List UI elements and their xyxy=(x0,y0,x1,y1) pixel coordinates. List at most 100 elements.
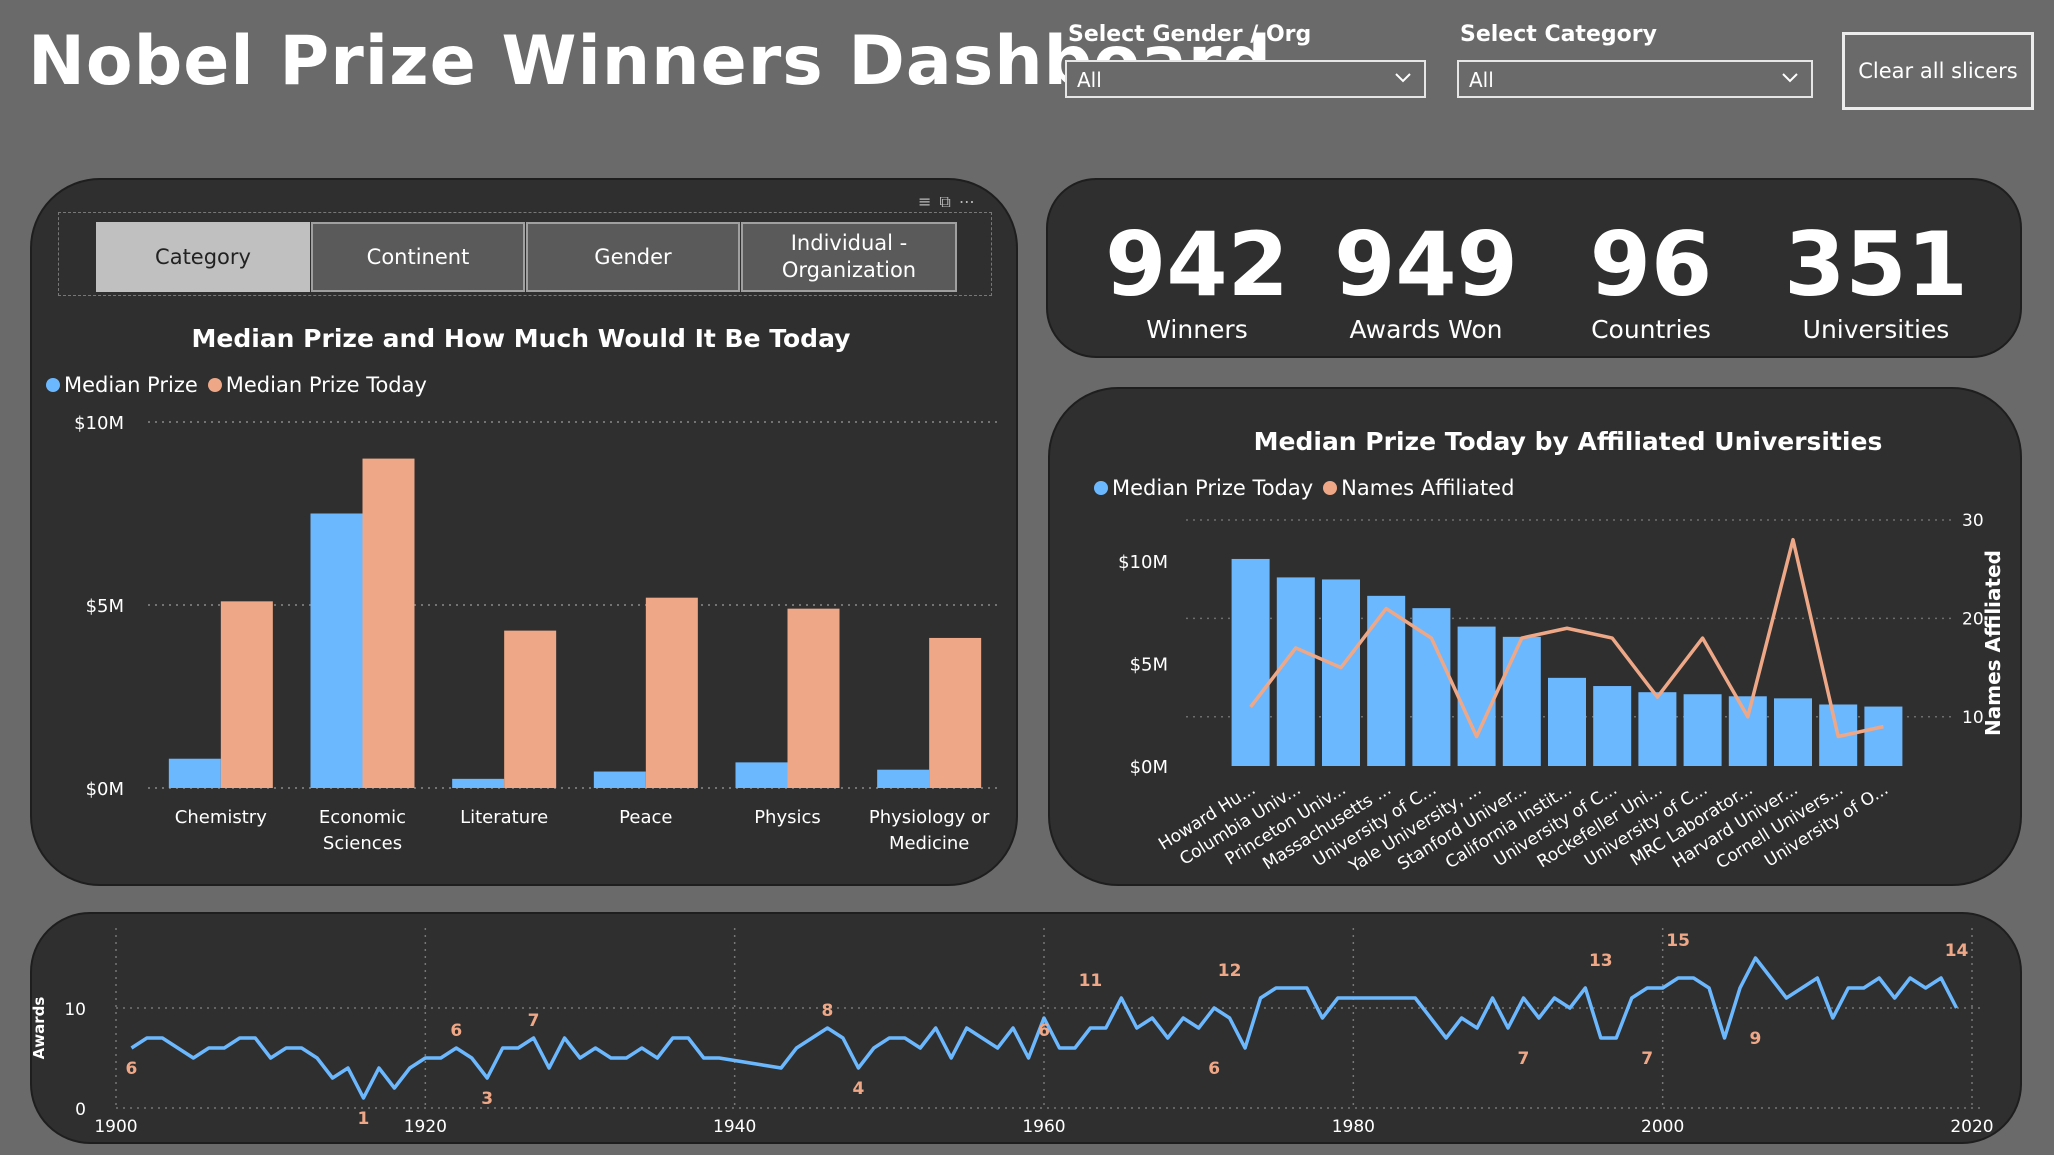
bar-median-prize xyxy=(310,513,363,788)
clear-all-slicers-button[interactable]: Clear all slicers xyxy=(1842,32,2034,110)
bar-median-prize-today xyxy=(1728,696,1767,766)
bar-median-prize xyxy=(735,762,788,788)
data-label: 6 xyxy=(450,1021,462,1041)
bar-median-prize-today xyxy=(1457,626,1496,766)
gender-slicer-label: Select Gender / Org xyxy=(1068,22,1312,47)
bar-median-prize-today xyxy=(1683,694,1722,766)
y-tick-label: $5M xyxy=(86,596,124,617)
legend-item-median-prize[interactable]: Median Prize xyxy=(46,373,198,397)
x-tick-label: 2000 xyxy=(1641,1117,1684,1137)
universities-combo-chart: $0M$5M$10M102030Names AffiliatedHoward H… xyxy=(1118,511,2005,877)
tab-category-label: Category xyxy=(155,244,251,269)
chart2-title: Median Prize Today by Affiliated Univers… xyxy=(1253,427,1883,456)
legend-label-median-prize-today: Median Prize Today xyxy=(225,373,427,397)
visual-header-icons: ≡⧉⋯ xyxy=(918,192,983,212)
bar-median-prize xyxy=(452,778,505,788)
tab-category[interactable]: Category xyxy=(96,222,310,292)
data-label: 11 xyxy=(1079,971,1103,991)
legend-item-names-affiliated[interactable]: Names Affiliated xyxy=(1323,476,1514,500)
awards-by-year-line-chart: 0 10 1900 1920 1940 1960 1980 2000 2020 Awards 6 1 6… xyxy=(30,928,1994,1137)
tab-continent[interactable]: Continent xyxy=(311,222,525,292)
x-tick-label: 1900 xyxy=(94,1117,137,1137)
y-tick-label: 10 xyxy=(64,1000,86,1020)
winners-kpi-label: Winners xyxy=(1146,315,1248,344)
legend-dot-median-prize-today xyxy=(1094,481,1108,495)
bar-median-prize-today xyxy=(1367,595,1406,766)
category-slicer-value: All xyxy=(1469,68,1494,92)
bar-median-prize-today xyxy=(220,601,273,788)
legend-label-median-prize-today: Median Prize Today xyxy=(1112,476,1314,500)
data-label: 1 xyxy=(358,1109,370,1129)
filter-icon[interactable]: ≡ xyxy=(918,192,939,211)
chevron-down-icon xyxy=(1782,73,1798,83)
y-tick-label: 0 xyxy=(75,1100,86,1120)
category-slicer-dropdown[interactable]: All xyxy=(1457,60,1813,98)
y-left-tick-label: $5M xyxy=(1130,655,1168,676)
tab-individual-organization[interactable]: Individual - Organization xyxy=(741,222,957,292)
data-label: 3 xyxy=(481,1089,493,1109)
data-label: 13 xyxy=(1589,951,1613,971)
data-label: 4 xyxy=(852,1079,864,1099)
y-axis-title: Awards xyxy=(30,997,48,1060)
legend-dot-median-prize-today xyxy=(207,378,222,392)
legend-item-median-prize-today[interactable]: Median Prize Today xyxy=(207,373,427,397)
bar-median-prize-today xyxy=(1548,677,1586,766)
focus-mode-icon[interactable]: ⧉ xyxy=(939,192,958,211)
bar-median-prize xyxy=(877,769,930,788)
tab-gender-label: Gender xyxy=(594,244,672,269)
universities-kpi-value: 351 xyxy=(1784,213,1968,316)
bar-median-prize-today xyxy=(1322,579,1360,766)
y-left-tick-label: $10M xyxy=(1118,552,1168,573)
gender-slicer-dropdown[interactable]: All xyxy=(1065,60,1426,98)
bar-median-prize-today xyxy=(1864,706,1903,766)
bar-median-prize-today xyxy=(1231,558,1270,766)
bar-median-prize-today xyxy=(1774,698,1812,766)
gender-slicer-value: All xyxy=(1077,68,1102,92)
x-tick-label: Physiology or xyxy=(869,807,990,828)
bar-median-prize-today xyxy=(929,637,982,788)
bar-median-prize-today xyxy=(362,458,415,788)
legend-label-names-affiliated: Names Affiliated xyxy=(1341,476,1515,500)
x-tick-label: Economic xyxy=(319,807,406,828)
countries-kpi-value: 96 xyxy=(1589,213,1713,316)
y-tick-label: $0M xyxy=(86,779,124,800)
bar-median-prize-today xyxy=(645,597,698,788)
category-bar-chart: $0M $5M $10M Chemistry Economic Sciences Liter… xyxy=(74,413,1000,854)
more-options-icon[interactable]: ⋯ xyxy=(959,192,983,211)
data-label: 6 xyxy=(1208,1059,1220,1079)
data-label: 7 xyxy=(1641,1049,1653,1069)
y-tick-label: $10M xyxy=(74,413,124,434)
data-label: 6 xyxy=(126,1059,138,1079)
chevron-down-icon xyxy=(1395,73,1411,83)
y-left-tick-label: $0M xyxy=(1130,757,1168,778)
bar-median-prize-today xyxy=(1412,608,1451,766)
bar-median-prize-today xyxy=(1638,692,1677,766)
data-label: 9 xyxy=(1750,1029,1762,1049)
legend-item-median-prize-today[interactable]: Median Prize Today xyxy=(1094,476,1313,500)
bar-median-prize-today xyxy=(787,608,840,788)
category-slicer-label: Select Category xyxy=(1460,22,1657,47)
x-tick-label: 2020 xyxy=(1950,1117,1993,1137)
tab-individual-organization-label: Individual - Organization xyxy=(781,231,917,282)
data-label: 7 xyxy=(1518,1049,1530,1069)
x-tick-label: 1920 xyxy=(404,1117,447,1137)
data-label: 7 xyxy=(528,1011,540,1031)
bar-median-prize xyxy=(593,771,646,788)
legend-dot-names-affiliated xyxy=(1323,481,1338,495)
clear-all-slicers-label: Clear all slicers xyxy=(1858,59,2018,83)
awards-won-kpi-value: 949 xyxy=(1334,213,1518,316)
chart1-legend: Median Prize Median Prize Today xyxy=(46,373,437,397)
x-tick-label: 1980 xyxy=(1332,1117,1375,1137)
tab-continent-label: Continent xyxy=(366,244,470,269)
awards-won-kpi-label: Awards Won xyxy=(1349,315,1503,344)
tab-gender[interactable]: Gender xyxy=(526,222,740,292)
y-right-tick-label: 30 xyxy=(1962,511,1984,531)
bar-median-prize-today xyxy=(1276,577,1315,766)
universities-kpi-label: Universities xyxy=(1802,315,1950,344)
x-tick-label: Peace xyxy=(619,807,672,828)
x-tick-label: 1940 xyxy=(713,1117,756,1137)
data-label: 12 xyxy=(1218,961,1242,981)
legend-dot-median-prize xyxy=(46,378,60,392)
x-tick-label: Physics xyxy=(754,807,821,828)
bar-median-prize-today xyxy=(1593,686,1632,766)
